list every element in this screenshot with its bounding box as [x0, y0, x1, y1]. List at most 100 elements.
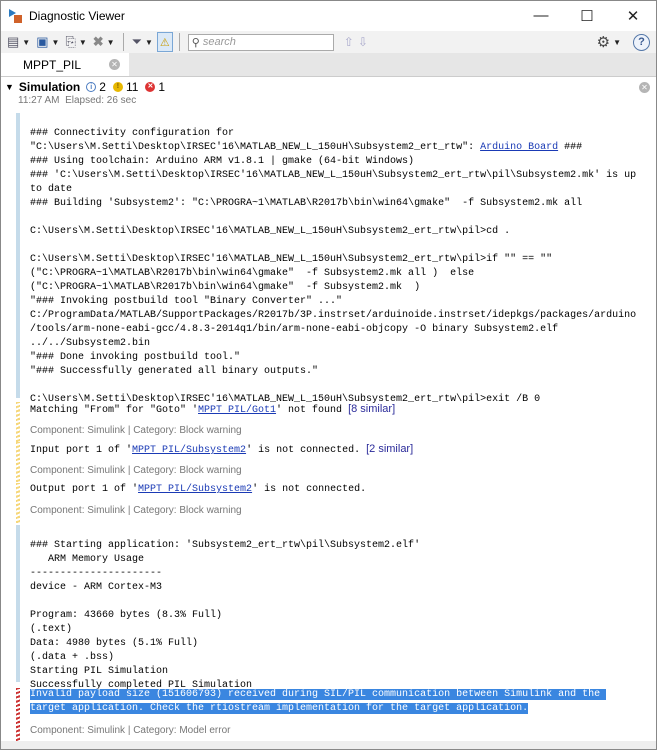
- tab-label: MPPT_PIL: [23, 57, 82, 72]
- settings-menu-button[interactable]: ⚙ ▼: [595, 32, 623, 52]
- tab-mppt-pil[interactable]: MPPT_PIL ✕: [1, 53, 129, 76]
- chevron-down-icon: ▼: [145, 37, 153, 47]
- message-text: Matching "From" for "Goto" ': [30, 405, 199, 416]
- log-line: ("C:\PROGRA~1\MATLAB\R2017b\bin\win64\gm…: [30, 282, 421, 293]
- warning-bar: [16, 442, 20, 482]
- log-line: C:\Users\M.Setti\Desktop\IRSEC'16\MATLAB…: [30, 254, 553, 265]
- error-text: Invalid payload size (151606793) receive…: [30, 689, 607, 700]
- message-text: Input port 1 of ': [30, 445, 133, 456]
- filter-menu-button[interactable]: ⏷ ▼: [130, 32, 155, 52]
- message-text: ' not found: [276, 405, 349, 416]
- search-input[interactable]: ⚲ search: [187, 33, 334, 51]
- chevron-down-icon: ▼: [51, 37, 60, 47]
- chevron-down-icon: ▼: [22, 37, 31, 47]
- log-line: Starting PIL Simulation: [30, 666, 169, 677]
- log-line: C:\Users\M.Setti\Desktop\IRSEC'16\MATLAB…: [30, 226, 511, 237]
- info-bar: [16, 113, 20, 398]
- similar-link[interactable]: [8 similar]: [348, 403, 395, 415]
- log-line: "C:\Users\M.Setti\Desktop\IRSEC'16\MATLA…: [30, 141, 652, 155]
- list-view-icon: ▤: [7, 34, 20, 49]
- warning-count[interactable]: ! 11: [112, 80, 138, 94]
- log-line: Program: 43660 bytes (8.3% Full): [30, 610, 223, 621]
- log-line: ### Building 'Subsystem2': "C:\PROGRA~1\…: [30, 198, 583, 209]
- log-line: ("C:\PROGRA~1\MATLAB\R2017b\bin\win64\gm…: [30, 268, 475, 279]
- warning-message: Input port 1 of 'MPPT PIL/Subsystem2' is…: [16, 442, 652, 482]
- log-text: "C:\Users\M.Setti\Desktop\IRSEC'16\MATLA…: [30, 142, 481, 153]
- next-match-button[interactable]: ⇩: [358, 35, 372, 49]
- component-info: Component: Simulink | Category: Block wa…: [30, 505, 242, 516]
- minimize-button[interactable]: —: [518, 7, 564, 25]
- save-menu-button[interactable]: ▣ ▼: [34, 32, 61, 52]
- toolbar-divider: [122, 33, 124, 51]
- search-placeholder: search: [202, 36, 236, 48]
- copy-menu-button[interactable]: ⎘ ▼: [63, 32, 88, 52]
- warning-message: Matching "From" for "Goto" 'MPPT PIL/Got…: [16, 402, 652, 442]
- log-line: /tools/arm-none-eabi-gcc/4.8.3-2014q1/bi…: [30, 324, 559, 335]
- help-button[interactable]: ?: [633, 33, 650, 51]
- window-title: Diagnostic Viewer: [29, 9, 125, 23]
- log-text: ###: [558, 142, 583, 153]
- info-bar: [16, 525, 20, 682]
- info-message-build: ### Connectivity configuration for "C:\Us…: [16, 113, 652, 405]
- log-line: device - ARM Cortex-M3: [30, 582, 163, 593]
- component-info: Component: Simulink | Category: Block wa…: [30, 425, 242, 436]
- log-line: Data: 4980 bytes (5.1% Full): [30, 638, 199, 649]
- simulation-time: 11:27 AM: [18, 95, 60, 106]
- view-menu-button[interactable]: ▤ ▼: [5, 32, 32, 52]
- message-text: ' is not connected.: [246, 445, 367, 456]
- message-text: Output port 1 of ': [30, 484, 139, 495]
- chevron-down-icon: ▼: [78, 37, 87, 47]
- group-warnings-toggle[interactable]: ⚠: [156, 32, 173, 52]
- log-line: ----------------------: [30, 568, 163, 579]
- simulation-header: ▼ Simulation i2 ! 11 ✕ 1 ✕ 11:27 AM Elapse…: [5, 80, 656, 106]
- delete-icon: ✖: [92, 34, 104, 49]
- collapse-triangle-icon[interactable]: ▼: [5, 82, 14, 92]
- error-message: Invalid payload size (151606793) receive…: [16, 688, 652, 743]
- block-link[interactable]: MPPT PIL/Subsystem2: [138, 484, 252, 495]
- info-message-pil: ### Starting application: 'Subsystem2_er…: [16, 525, 652, 691]
- tab-close-icon[interactable]: ✕: [109, 59, 120, 70]
- block-link[interactable]: MPPT PIL/Subsystem2: [132, 445, 246, 456]
- gear-icon: ⚙: [596, 34, 611, 51]
- save-icon: ▣: [36, 34, 49, 49]
- tab-bar: MPPT_PIL ✕: [1, 53, 656, 77]
- log-line: ../../Subsystem2.bin: [30, 338, 151, 349]
- error-count[interactable]: ✕ 1: [145, 80, 165, 94]
- clear-menu-button[interactable]: ✖ ▼: [91, 32, 117, 52]
- maximize-button[interactable]: ☐: [564, 7, 610, 25]
- simulation-title: Simulation: [18, 80, 81, 94]
- log-line: "### Invoking postbuild tool "Binary Con…: [30, 296, 343, 307]
- similar-link[interactable]: [2 similar]: [366, 443, 413, 455]
- toolbar-divider: [178, 33, 180, 51]
- chevron-down-icon: ▼: [613, 37, 621, 47]
- log-line: "### Successfully generated all binary o…: [30, 366, 319, 377]
- log-line: (.text): [30, 624, 73, 635]
- warning-icon: !: [112, 82, 123, 92]
- component-info: Component: Simulink | Category: Block wa…: [30, 465, 242, 476]
- app-logo-icon: [9, 9, 23, 23]
- error-text: target application. Check the rtiostream…: [30, 703, 529, 714]
- info-count[interactable]: i2: [86, 80, 106, 94]
- close-button[interactable]: ✕: [610, 7, 656, 25]
- arduino-board-link[interactable]: Arduino Board: [480, 142, 558, 153]
- log-line: ### 'C:\Users\M.Setti\Desktop\IRSEC'16\M…: [30, 170, 637, 181]
- log-line: (.data + .bss): [30, 652, 115, 663]
- chevron-down-icon: ▼: [106, 37, 115, 47]
- elapsed-time: Elapsed: 26 sec: [65, 95, 137, 106]
- warning-bar: [16, 402, 20, 442]
- block-link[interactable]: MPPT PIL/Got1: [198, 405, 276, 416]
- copy-icon: ⎘: [65, 34, 76, 49]
- previous-match-button[interactable]: ⇧: [344, 35, 358, 49]
- simulation-close-icon[interactable]: ✕: [639, 82, 650, 93]
- status-strip: [1, 741, 656, 749]
- search-icon: ⚲: [191, 36, 200, 49]
- error-icon: ✕: [145, 82, 156, 92]
- error-bar: [16, 688, 20, 743]
- info-icon: i: [86, 82, 97, 92]
- log-line: ARM Memory Usage: [30, 554, 145, 565]
- log-line: ### Starting application: 'Subsystem2_er…: [30, 540, 421, 551]
